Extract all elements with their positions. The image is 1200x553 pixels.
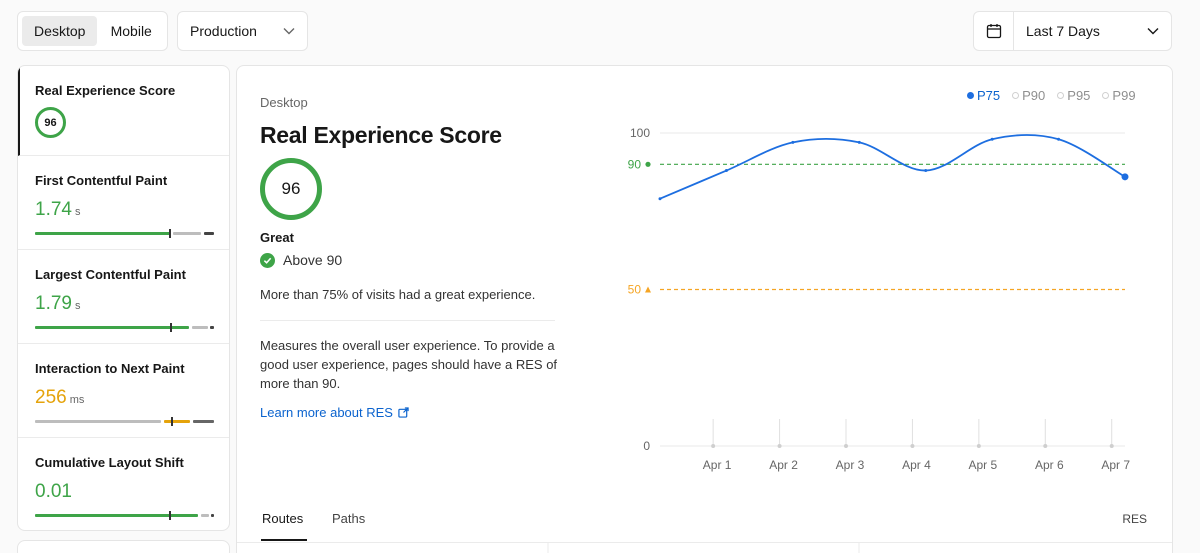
metric-distribution-bar: [35, 323, 215, 332]
calendar-button[interactable]: [974, 12, 1014, 50]
environment-select[interactable]: Production: [177, 11, 308, 51]
x-tick-dot: [777, 444, 782, 448]
x-tick-label: Apr 6: [1035, 458, 1064, 472]
metric-title: Real Experience Score: [35, 83, 176, 98]
column-header-res: RES: [1122, 512, 1147, 526]
metric-unit: s: [74, 300, 81, 312]
tab-routes[interactable]: Routes: [262, 511, 303, 526]
metric-unit: ms: [69, 394, 85, 406]
sidebar-secondary-card: [17, 540, 230, 553]
data-point: [1057, 137, 1061, 141]
external-link-icon: [398, 407, 409, 418]
x-tick-dot: [910, 444, 915, 448]
table-tabs: Routes Paths RES: [237, 503, 1172, 543]
tab-paths[interactable]: Paths: [332, 511, 365, 526]
data-point: [857, 140, 861, 144]
tab-mobile[interactable]: Mobile: [99, 16, 163, 46]
res-line-chart: 100 0 90 50 Apr 1 Apr 2 Apr 3 Apr 4 Apr 5 Apr 6 Ap…: [628, 126, 1131, 472]
page-title: Real Experience Score: [260, 122, 502, 148]
x-tick-dot: [1043, 444, 1048, 448]
legend-item-p90[interactable]: P90: [1012, 88, 1045, 103]
legend-item-p75[interactable]: P75: [967, 88, 1000, 103]
series-line-p75: [659, 134, 1126, 200]
legend-item-p99[interactable]: P99: [1102, 88, 1136, 103]
data-point: [990, 137, 994, 141]
reference-marker-triangle: [645, 286, 651, 293]
metric-value: 1.74: [35, 199, 72, 220]
metric-title: Cumulative Layout Shift: [35, 455, 184, 470]
metric-distribution-bar: [35, 511, 215, 520]
metric-detail-panel: Desktop Real Experience Score 96 Great A…: [236, 65, 1173, 553]
x-tick-dot: [1109, 444, 1114, 448]
metric-distribution-bar: [35, 229, 215, 238]
data-point: [724, 169, 728, 173]
metric-title: First Contentful Paint: [35, 173, 168, 188]
divider: [260, 320, 555, 321]
sidebar-item-res[interactable]: Real Experience Score 96: [18, 66, 229, 156]
summary-text: More than 75% of visits had a great expe…: [260, 287, 536, 302]
rating-label: Great: [260, 230, 294, 245]
tab-desktop[interactable]: Desktop: [22, 16, 98, 46]
data-point: [924, 169, 928, 173]
table-column-dividers: [547, 543, 860, 553]
sidebar-item-fcp[interactable]: First Contentful Paint 1.74 s: [18, 156, 229, 250]
legend-item-p95[interactable]: P95: [1057, 88, 1090, 103]
sidebar-item-inp[interactable]: Interaction to Next Paint 256 ms: [18, 344, 229, 438]
calendar-icon: [986, 24, 1001, 39]
device-label: Desktop: [260, 95, 308, 110]
x-tick-dot: [711, 444, 716, 448]
x-tick-label: Apr 3: [836, 458, 865, 472]
reference-marker-circle: [645, 161, 651, 167]
chevron-down-icon: [283, 28, 295, 35]
metric-distribution-bar: [35, 417, 215, 426]
sidebar-item-cls[interactable]: Cumulative Layout Shift 0.01: [18, 438, 229, 530]
active-tab-indicator: [261, 539, 307, 541]
environment-value: Production: [190, 23, 257, 39]
date-range-value: Last 7 Days: [1026, 23, 1100, 39]
x-tick-label: Apr 7: [1101, 458, 1130, 472]
learn-more-link[interactable]: Learn more about RES: [260, 405, 409, 420]
x-tick-dot: [844, 444, 848, 448]
y-tick-label: 100: [630, 126, 650, 140]
score-ring: 96: [260, 158, 322, 220]
x-tick-label: Apr 4: [902, 458, 931, 472]
chevron-down-icon: [1147, 28, 1159, 35]
metric-title: Interaction to Next Paint: [35, 361, 185, 376]
sidebar-item-lcp[interactable]: Largest Contentful Paint 1.79 s: [18, 250, 229, 344]
x-tick-label: Apr 5: [969, 458, 998, 472]
data-point: [1121, 173, 1129, 181]
check-circle-icon: [260, 252, 275, 268]
reference-line-label: 90: [628, 157, 642, 171]
device-toggle: Desktop Mobile: [17, 11, 168, 51]
reference-line-label: 50: [628, 283, 642, 297]
res-score-ring: 96: [35, 107, 66, 138]
metric-value: 0.01: [35, 481, 72, 502]
metric-title: Largest Contentful Paint: [35, 267, 186, 282]
metric-value: 256: [35, 387, 67, 408]
metric-unit: s: [74, 206, 81, 218]
y-tick-label: 0: [643, 439, 650, 453]
threshold-row: Above 90: [260, 252, 342, 268]
learn-more-label: Learn more about RES: [260, 405, 393, 420]
description-text: Measures the overall user experience. To…: [260, 338, 558, 391]
metrics-sidebar: Real Experience Score 96 First Contentfu…: [17, 65, 230, 531]
data-point: [791, 140, 795, 144]
x-tick-dot: [976, 444, 981, 448]
x-tick-label: Apr 2: [769, 458, 798, 472]
metric-value: 1.79: [35, 293, 72, 314]
date-range-picker[interactable]: Last 7 Days: [973, 11, 1172, 51]
data-point: [658, 197, 662, 201]
x-tick-label: Apr 1: [703, 458, 732, 472]
chart-legend: P75 P90 P95 P99: [967, 88, 1136, 103]
threshold-text: Above 90: [283, 252, 343, 268]
